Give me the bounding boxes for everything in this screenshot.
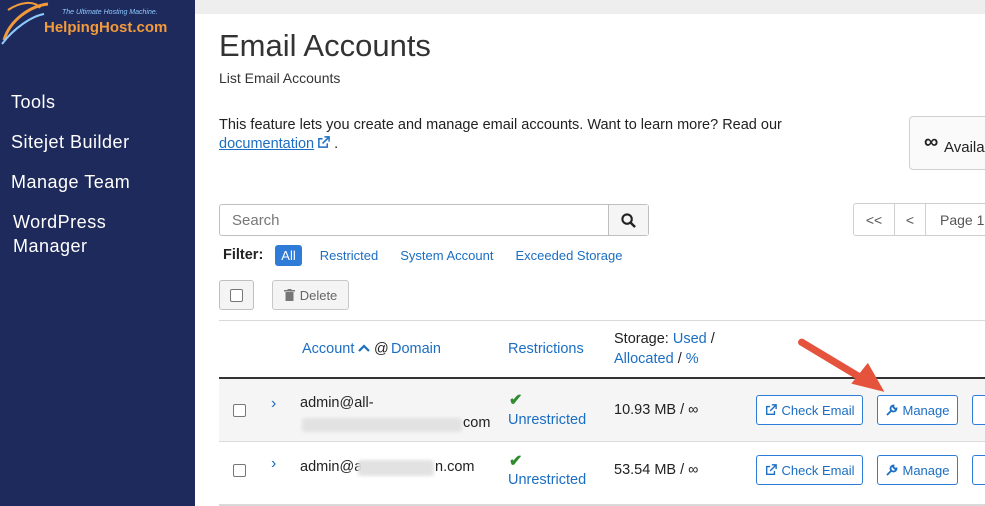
sidebar-item-wordpress-manager[interactable]: Manager bbox=[13, 236, 88, 257]
more-actions-button[interactable] bbox=[972, 395, 985, 425]
toolbar-divider bbox=[219, 320, 985, 321]
row-checkbox[interactable] bbox=[233, 464, 246, 477]
account-email-line1: admin@all- bbox=[300, 395, 374, 411]
documentation-link[interactable]: documentation bbox=[219, 136, 314, 152]
manage-label: Manage bbox=[902, 462, 950, 478]
trash-icon bbox=[283, 289, 295, 301]
redacted-domain bbox=[302, 418, 462, 432]
sidebar: The Ultimate Hosting Machine. HelpingHos… bbox=[0, 0, 195, 506]
available-label: Availal bbox=[944, 139, 985, 156]
page-title: Email Accounts bbox=[219, 28, 431, 63]
filter-bar: Filter: All Restricted System Account Ex… bbox=[223, 244, 644, 266]
wrench-icon bbox=[885, 404, 897, 416]
expand-chevron-icon[interactable]: › bbox=[271, 455, 276, 473]
header-storage-line2: Allocated / % bbox=[614, 351, 699, 367]
header-domain[interactable]: Domain bbox=[391, 341, 441, 357]
description-suffix: . bbox=[334, 136, 339, 152]
header-storage-prefix: Storage: bbox=[614, 331, 669, 347]
manage-button[interactable]: Manage bbox=[877, 395, 958, 425]
filter-exceeded-storage[interactable]: Exceeded Storage bbox=[515, 248, 622, 263]
filter-system-account[interactable]: System Account bbox=[400, 248, 493, 263]
checkmark-icon: ✔ bbox=[509, 392, 523, 409]
wordpress-icon bbox=[0, 212, 4, 234]
sidebar-item-manage-team[interactable]: Manage Team bbox=[11, 172, 130, 193]
search-box bbox=[219, 204, 649, 236]
filter-restricted[interactable]: Restricted bbox=[320, 248, 379, 263]
pagination-prev-button[interactable]: < bbox=[894, 203, 926, 236]
header-restrictions[interactable]: Restrictions bbox=[508, 341, 584, 357]
redacted-domain bbox=[358, 460, 434, 476]
check-email-label: Check Email bbox=[781, 462, 855, 478]
brand-name: HelpingHost.com bbox=[44, 19, 168, 36]
header-storage: Storage: Used / bbox=[614, 331, 715, 347]
sidebar-item-tools[interactable]: Tools bbox=[11, 92, 56, 113]
account-email-part1: admin@a bbox=[300, 459, 363, 475]
account-email-part2: n.com bbox=[435, 459, 475, 475]
annotation-arrow-icon bbox=[798, 338, 885, 392]
brand-logo[interactable]: The Ultimate Hosting Machine. HelpingHos… bbox=[0, 0, 195, 50]
infinity-icon: ∞ bbox=[924, 131, 939, 153]
description-text: This feature lets you create and manage … bbox=[219, 117, 782, 133]
header-percent[interactable]: % bbox=[686, 351, 699, 367]
header-slash-2: / bbox=[677, 351, 682, 367]
manage-button[interactable]: Manage bbox=[877, 455, 958, 485]
brand-tagline: The Ultimate Hosting Machine. bbox=[62, 9, 158, 16]
page-subtitle: List Email Accounts bbox=[219, 70, 341, 86]
available-accounts-box: ∞ Availal bbox=[909, 116, 985, 170]
external-link-icon bbox=[765, 404, 777, 415]
check-email-label: Check Email bbox=[781, 402, 855, 418]
header-used[interactable]: Used bbox=[673, 331, 707, 347]
restriction-status[interactable]: Unrestricted bbox=[508, 412, 586, 428]
sitejet-icon bbox=[0, 132, 4, 154]
pagination-page-indicator: Page 1 bbox=[925, 203, 985, 236]
main-content: Email Accounts List Email Accounts This … bbox=[195, 14, 985, 506]
header-slash-1: / bbox=[710, 331, 715, 347]
top-bar bbox=[195, 0, 985, 14]
wrench-icon bbox=[885, 464, 897, 476]
storage-usage: 10.93 MB / ∞ bbox=[614, 402, 699, 418]
search-button[interactable] bbox=[608, 205, 648, 235]
account-email-line2: com bbox=[463, 415, 491, 431]
header-account-label: Account bbox=[302, 341, 355, 357]
row-checkbox[interactable] bbox=[233, 404, 246, 417]
sort-up-icon bbox=[358, 344, 371, 352]
filter-all[interactable]: All bbox=[275, 244, 302, 266]
pagination-first-button[interactable]: << bbox=[853, 203, 895, 236]
sidebar-item-wordpress[interactable]: WordPress bbox=[13, 212, 106, 233]
more-actions-button[interactable] bbox=[972, 455, 985, 485]
search-input[interactable] bbox=[220, 205, 610, 235]
checkmark-icon: ✔ bbox=[509, 453, 523, 470]
select-all-checkbox[interactable] bbox=[219, 280, 254, 310]
delete-button[interactable]: Delete bbox=[272, 280, 349, 310]
sidebar-item-sitejet-builder[interactable]: Sitejet Builder bbox=[11, 132, 130, 153]
check-email-button[interactable]: Check Email bbox=[756, 455, 863, 485]
filter-label: Filter: bbox=[223, 247, 264, 263]
header-allocated[interactable]: Allocated bbox=[614, 351, 674, 367]
storage-usage: 53.54 MB / ∞ bbox=[614, 462, 699, 478]
manage-label: Manage bbox=[902, 402, 950, 418]
external-link-icon bbox=[765, 464, 777, 475]
header-account[interactable]: Account bbox=[302, 341, 371, 357]
check-email-button[interactable]: Check Email bbox=[756, 395, 863, 425]
search-icon bbox=[621, 212, 636, 228]
expand-chevron-icon[interactable]: › bbox=[271, 395, 276, 413]
checkbox-box bbox=[230, 288, 243, 302]
table-row: › admin@a n.com ✔ Unrestricted 53.54 MB … bbox=[219, 442, 985, 504]
team-icon bbox=[0, 172, 4, 194]
restriction-status[interactable]: Unrestricted bbox=[508, 472, 586, 488]
page-description: This feature lets you create and manage … bbox=[219, 116, 782, 154]
header-at: @ bbox=[374, 341, 389, 357]
external-link-icon[interactable] bbox=[317, 136, 330, 149]
delete-label: Delete bbox=[299, 287, 338, 303]
